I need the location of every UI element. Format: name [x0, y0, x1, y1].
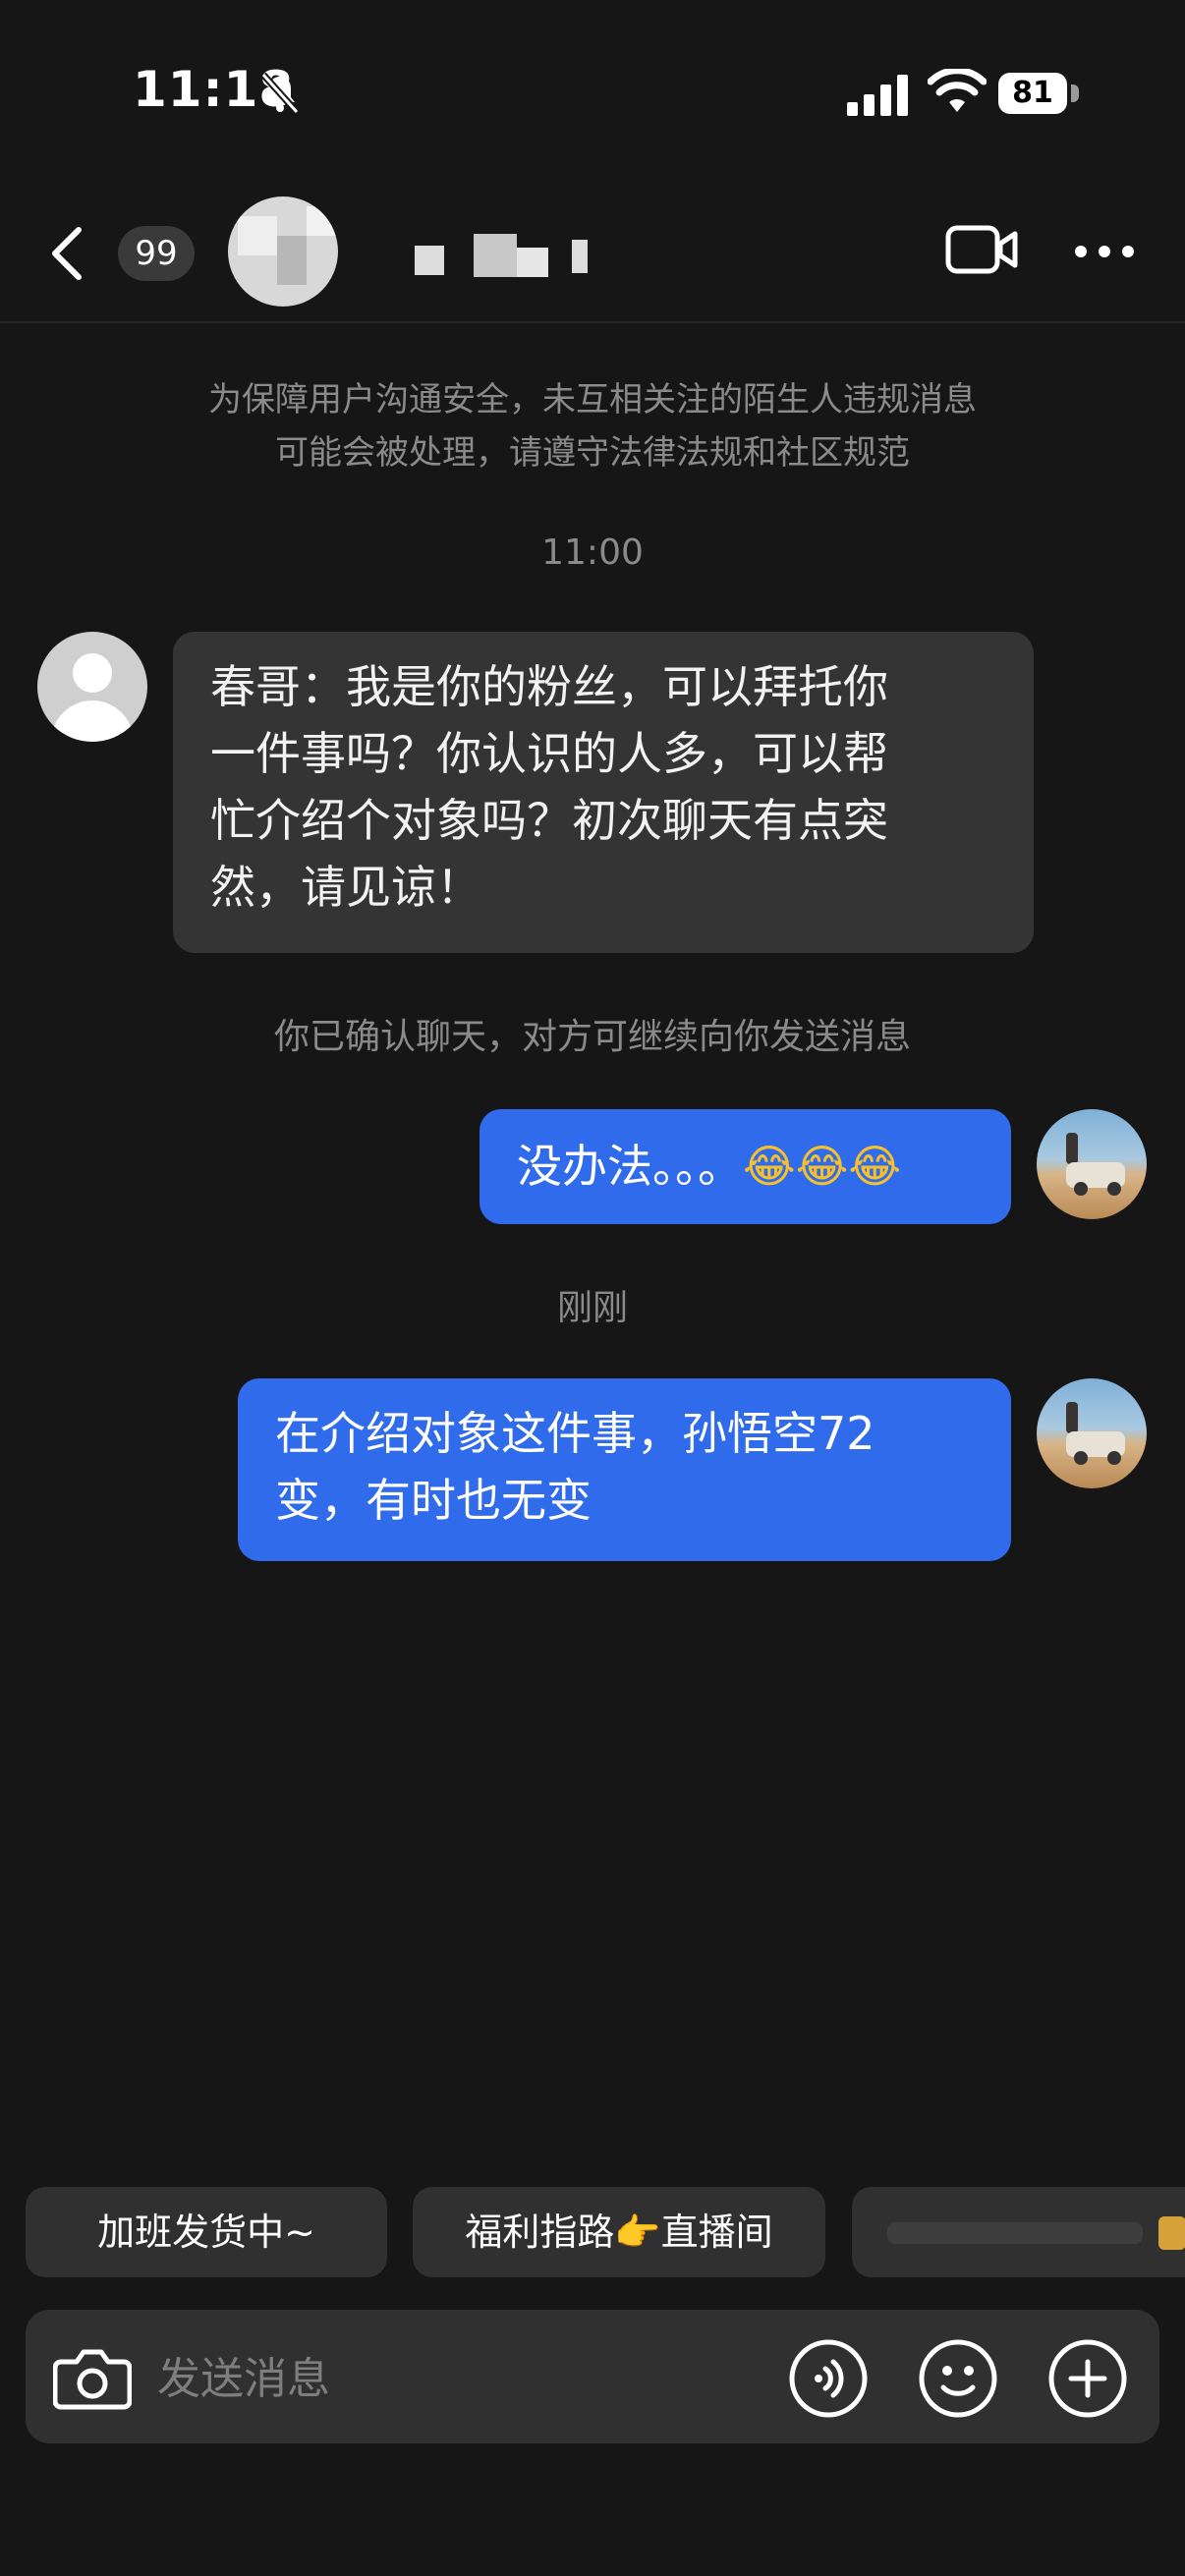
- message-line: 然，请见谅！: [210, 861, 481, 914]
- sender-avatar[interactable]: [37, 632, 147, 742]
- timestamp: 刚刚: [556, 1288, 628, 1328]
- my-avatar[interactable]: [1037, 1109, 1147, 1219]
- safety-notice-line: 可能会被处理，请遵守法律法规和社区规范: [275, 433, 910, 473]
- nav-divider: [0, 321, 1185, 323]
- pointing-hand-icon: 👉: [614, 2211, 661, 2254]
- chip-label: 福利指路: [465, 2211, 615, 2254]
- voice-icon[interactable]: [788, 2338, 869, 2419]
- ellipsis-icon[interactable]: [1073, 244, 1136, 259]
- timestamp: 11:00: [541, 532, 644, 573]
- message-line: 春哥：我是你的粉丝，可以拜托你: [210, 660, 888, 713]
- signal-icon: [847, 75, 908, 116]
- my-avatar[interactable]: [1037, 1378, 1147, 1488]
- sent-message-bubble[interactable]: 在介绍对象这件事，孙悟空72 变，有时也无变: [238, 1378, 1011, 1561]
- chip-label: 直播间: [660, 2211, 773, 2254]
- video-camera-icon[interactable]: [945, 222, 1018, 277]
- message-input[interactable]: [157, 2350, 766, 2407]
- sent-message-bubble[interactable]: 没办法。。。😂😂😂: [480, 1109, 1011, 1224]
- message-line: 一件事吗？你认识的人多，可以帮: [210, 727, 888, 780]
- unread-count-badge: 99: [118, 226, 195, 281]
- battery-level: 81: [998, 73, 1067, 114]
- laughing-emoji-icon: 😂😂😂: [743, 1140, 902, 1193]
- quick-reply-chip[interactable]: 加班发货中~: [26, 2187, 387, 2277]
- message-line: 忙介绍个对象吗？初次聊天有点突: [210, 794, 888, 847]
- message-text: 没办法。。。: [517, 1140, 743, 1193]
- message-line: 在介绍对象这件事，孙悟空72: [275, 1407, 875, 1460]
- plus-icon[interactable]: [1047, 2338, 1128, 2419]
- quick-reply-chip[interactable]: 福利指路👉直播间: [413, 2187, 825, 2277]
- safety-notice: 为保障用户沟通安全，未互相关注的陌生人违规消息 可能会被处理，请遵守法律法规和社…: [0, 373, 1185, 479]
- smiley-icon[interactable]: [918, 2338, 998, 2419]
- bell-muted-icon: [260, 72, 300, 115]
- battery-icon: 81: [998, 73, 1079, 114]
- wifi-icon: [928, 69, 987, 112]
- contact-avatar[interactable]: [228, 196, 338, 307]
- contact-name-redacted[interactable]: [405, 234, 601, 277]
- quick-reply-chip-redacted[interactable]: [852, 2187, 1185, 2277]
- message-line: 变，有时也无变: [275, 1474, 592, 1527]
- received-message-bubble[interactable]: 春哥：我是你的粉丝，可以拜托你 一件事吗？你认识的人多，可以帮 忙介绍个对象吗？…: [173, 632, 1034, 953]
- chevron-left-icon[interactable]: [47, 224, 88, 283]
- chat-confirmed-notice: 你已确认聊天，对方可继续向你发送消息: [273, 1017, 911, 1057]
- safety-notice-line: 为保障用户沟通安全，未互相关注的陌生人违规消息: [208, 380, 977, 420]
- camera-icon[interactable]: [53, 2342, 132, 2413]
